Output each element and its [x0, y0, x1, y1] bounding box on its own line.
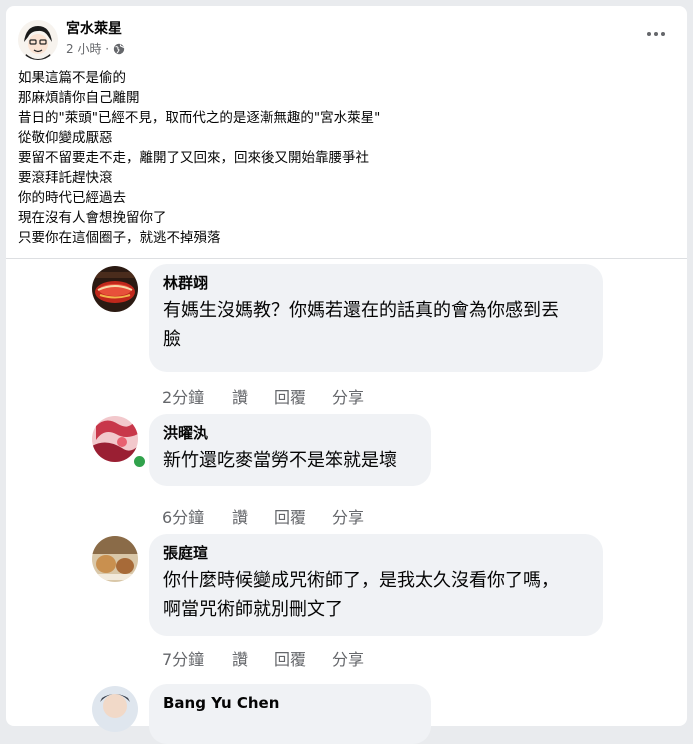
comment-bubble: 張庭瑄 你什麼時候變成咒術師了，是我太久沒看你了嗎， 啊當咒術師就別刪文了 [149, 534, 603, 636]
post-author-name[interactable]: 宮水萊星 [66, 18, 122, 38]
comment-time[interactable]: 2分鐘 [162, 384, 232, 408]
post-header: 宮水萊星 2 小時 · [6, 6, 687, 66]
reply-button[interactable]: 回覆 [274, 646, 332, 670]
post-line: 昔日的"萊頭"已經不見，取而代之的是逐漸無趣的"宮水萊星" [18, 110, 381, 126]
comment-actions: 6分鐘 讚 回覆 分享 [162, 504, 364, 528]
comment-bubble: 洪曜汍 新竹還吃麥當勞不是笨就是壞 [149, 414, 431, 486]
comment-text: 有媽生沒媽教？你媽若還在的話真的會為你感到丟 臉 [163, 296, 589, 354]
comment-time[interactable]: 6分鐘 [162, 504, 232, 528]
post-line: 從敬仰變成厭惡 [18, 130, 113, 146]
comment-bubble: Bang Yu Chen [149, 684, 431, 744]
comment-text: 新竹還吃麥當勞不是笨就是壞 [163, 446, 417, 475]
commenter-name[interactable]: 張庭瑄 [163, 543, 589, 563]
globe-icon[interactable] [113, 43, 125, 55]
commenter-name[interactable]: Bang Yu Chen [163, 693, 417, 713]
reply-button[interactable]: 回覆 [274, 384, 332, 408]
like-button[interactable]: 讚 [232, 504, 274, 528]
share-button[interactable]: 分享 [332, 384, 364, 408]
like-button[interactable]: 讚 [232, 646, 274, 670]
divider [6, 258, 687, 259]
author-avatar[interactable] [18, 20, 58, 60]
post-line: 如果這篇不是偷的 [18, 70, 126, 86]
commenter-name[interactable]: 洪曜汍 [163, 423, 417, 443]
comment-text-line: 新竹還吃麥當勞不是笨就是壞 [163, 450, 397, 471]
post-line: 那麻煩請你自己離開 [18, 90, 140, 106]
share-button[interactable]: 分享 [332, 646, 364, 670]
comment-text-line: 臉 [163, 329, 181, 350]
commenter-avatar[interactable] [92, 686, 138, 732]
post-meta: 2 小時 · [66, 40, 125, 57]
post-body: 如果這篇不是偷的 那麻煩請你自己離開 昔日的"萊頭"已經不見，取而代之的是逐漸無… [18, 68, 668, 248]
post-line: 要滾拜託趕快滾 [18, 170, 113, 186]
post-line: 你的時代已經過去 [18, 190, 126, 206]
comment-bubble: 林群翊 有媽生沒媽教？你媽若還在的話真的會為你感到丟 臉 [149, 264, 603, 372]
like-button[interactable]: 讚 [232, 384, 274, 408]
more-options-icon[interactable] [642, 24, 670, 44]
post-line: 現在沒有人會想挽留你了 [18, 210, 167, 226]
post-line: 只要你在這個圈子，就逃不掉殞落 [18, 230, 221, 246]
reply-button[interactable]: 回覆 [274, 504, 332, 528]
comment-actions: 2分鐘 讚 回覆 分享 [162, 384, 364, 408]
comment-text-line: 啊當咒術師就別刪文了 [163, 599, 343, 620]
comment-time[interactable]: 7分鐘 [162, 646, 232, 670]
commenter-avatar[interactable] [92, 416, 138, 462]
commenter-name[interactable]: 林群翊 [163, 273, 589, 293]
post-card: 宮水萊星 2 小時 · 如果這篇不是偷的 那麻煩請你自己離開 昔日的"萊頭"已經… [6, 6, 687, 744]
comment-text: 你什麼時候變成咒術師了，是我太久沒看你了嗎， 啊當咒術師就別刪文了 [163, 566, 589, 624]
post-line: 要留不留要走不走，離開了又回來，回來後又開始靠腰爭社 [18, 150, 369, 166]
comment-actions: 7分鐘 讚 回覆 分享 [162, 646, 364, 670]
commenter-avatar[interactable] [92, 536, 138, 582]
post-time[interactable]: 2 小時 · [66, 40, 109, 57]
commenter-avatar[interactable] [92, 266, 138, 312]
share-button[interactable]: 分享 [332, 504, 364, 528]
comment-text-line: 有媽生沒媽教？你媽若還在的話真的會為你感到丟 [163, 300, 559, 321]
comment-text-line: 你什麼時候變成咒術師了，是我太久沒看你了嗎， [163, 570, 559, 591]
online-status-dot [132, 454, 147, 469]
